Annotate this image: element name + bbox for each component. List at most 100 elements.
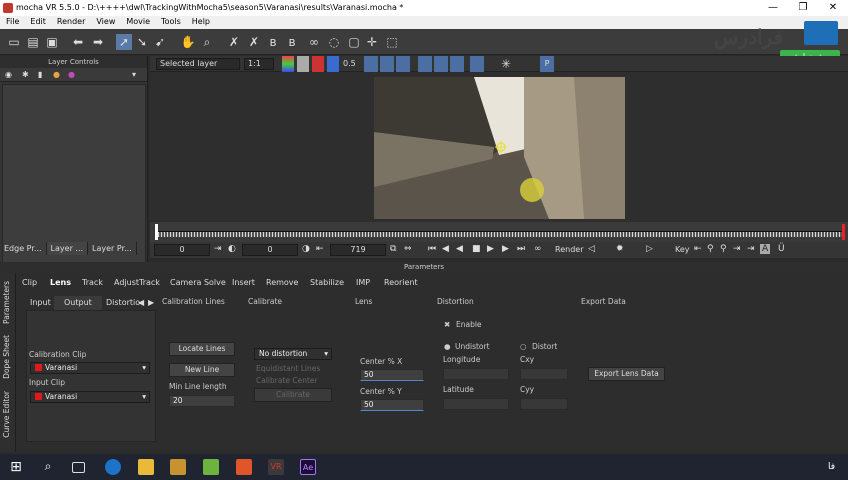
locate-lines-button[interactable]: Locate Lines bbox=[169, 342, 235, 356]
cxy-field[interactable] bbox=[520, 368, 568, 380]
subtab-next-icon[interactable]: ▶ bbox=[148, 298, 154, 307]
tab-lens[interactable]: Lens bbox=[50, 278, 71, 287]
go-end-icon[interactable]: ⏭ bbox=[517, 244, 525, 254]
auto-key-icon[interactable]: A bbox=[760, 244, 771, 254]
center-y-field[interactable]: 50 bbox=[360, 399, 424, 411]
calibrate-center-option[interactable]: Calibrate Center bbox=[256, 376, 318, 385]
menu-view[interactable]: View bbox=[90, 16, 120, 26]
render-settings-icon[interactable]: ✹ bbox=[616, 244, 624, 254]
subtab-input[interactable]: Input bbox=[30, 298, 51, 307]
playhead[interactable] bbox=[155, 224, 158, 240]
current-frame-field[interactable]: 0 bbox=[242, 244, 298, 256]
link-icon[interactable]: ∞ bbox=[306, 34, 322, 50]
task-view-icon[interactable] bbox=[72, 462, 85, 473]
calibration-clip-select[interactable]: Varanasi ▾ bbox=[30, 362, 150, 374]
rect-tool-icon[interactable]: ▢ bbox=[346, 34, 362, 50]
input-clip-select[interactable]: Varanasi ▾ bbox=[30, 391, 150, 403]
out-point-marker[interactable] bbox=[842, 224, 845, 240]
equidistant-lines-option[interactable]: Equidistant Lines bbox=[256, 364, 320, 373]
menu-file[interactable]: File bbox=[0, 16, 24, 26]
out-point-icon[interactable]: ◑ bbox=[302, 244, 310, 254]
subtab-output[interactable]: Output bbox=[54, 296, 102, 310]
select-add-icon[interactable]: ➹ bbox=[152, 34, 168, 50]
open-project-icon[interactable]: ▤ bbox=[25, 34, 41, 50]
move-tool-icon[interactable]: ✛ bbox=[364, 34, 380, 50]
cyy-field[interactable] bbox=[520, 398, 568, 410]
key-all-icon[interactable]: ⇥ bbox=[747, 244, 755, 254]
export-lens-data-button[interactable]: Export Lens Data bbox=[588, 367, 665, 381]
gear-icon[interactable]: ✱ bbox=[22, 70, 29, 79]
prev-frame-icon[interactable]: ◀ bbox=[442, 244, 449, 254]
menu-edit[interactable]: Edit bbox=[24, 16, 51, 26]
file-explorer-icon[interactable] bbox=[138, 459, 154, 475]
prev-key-icon[interactable]: ⇤ bbox=[694, 244, 702, 254]
menu-tools[interactable]: Tools bbox=[155, 16, 186, 26]
tab-stabilize[interactable]: Stabilize bbox=[310, 278, 344, 287]
rgb-icon[interactable] bbox=[282, 56, 294, 72]
add-bezier-icon[interactable]: ʙ bbox=[284, 34, 300, 50]
tab-reorient[interactable]: Reorient bbox=[384, 278, 418, 287]
stab-icon[interactable] bbox=[418, 56, 432, 72]
undistort-radio[interactable]: ● bbox=[444, 342, 451, 351]
set-out-icon[interactable]: ⇤ bbox=[316, 244, 324, 254]
minimize-button[interactable]: — bbox=[758, 2, 788, 13]
layer-menu-icon[interactable]: ▾ bbox=[132, 70, 136, 79]
mesh-icon[interactable] bbox=[450, 56, 464, 72]
redo-icon[interactable]: ➡ bbox=[90, 34, 106, 50]
center-x-field[interactable]: 50 bbox=[360, 369, 424, 381]
enable-checkbox[interactable]: ✖ bbox=[444, 320, 450, 329]
side-tab-dope-sheet[interactable]: Dope Sheet bbox=[2, 335, 11, 379]
menu-movie[interactable]: Movie bbox=[120, 16, 155, 26]
set-in-icon[interactable]: ⇥ bbox=[214, 244, 222, 254]
after-effects-icon[interactable]: Ae bbox=[300, 459, 316, 475]
select-points-icon[interactable]: ➘ bbox=[134, 34, 150, 50]
latitude-field[interactable] bbox=[443, 398, 509, 410]
tab-edge-properties[interactable]: Edge Pr... bbox=[0, 242, 47, 255]
surface-icon[interactable] bbox=[434, 56, 448, 72]
key-lock-icon[interactable]: Ü bbox=[778, 244, 785, 254]
xspline-tool-icon[interactable]: ✗ bbox=[226, 34, 242, 50]
alpha-icon[interactable] bbox=[297, 56, 309, 72]
go-start-icon[interactable]: ⏮ bbox=[428, 244, 436, 254]
camtasia-icon[interactable] bbox=[203, 459, 219, 475]
delete-key-icon[interactable]: ⚲ bbox=[720, 244, 727, 254]
tab-adjusttrack[interactable]: AdjustTrack bbox=[114, 278, 160, 287]
red-channel-icon[interactable] bbox=[312, 56, 324, 72]
distort-radio[interactable]: ○ bbox=[520, 342, 527, 351]
layer-select[interactable]: Selected layer bbox=[156, 58, 240, 70]
color-icon[interactable]: ● bbox=[53, 70, 60, 79]
distortion-model-select[interactable]: No distortion ▾ bbox=[254, 348, 332, 360]
mocha-vr-icon[interactable]: VR bbox=[268, 459, 284, 475]
play-forward-icon[interactable]: ▶ bbox=[487, 244, 494, 254]
tab-imp[interactable]: IMP bbox=[356, 278, 370, 287]
surface-tool-icon[interactable]: ⬚ bbox=[384, 34, 400, 50]
new-project-icon[interactable]: ▭ bbox=[6, 34, 22, 50]
timeline-bar[interactable] bbox=[158, 231, 844, 237]
magnetic-icon[interactable]: ◌ bbox=[326, 34, 342, 50]
track-icon[interactable] bbox=[396, 56, 410, 72]
tab-camera-solve[interactable]: Camera Solve bbox=[170, 278, 226, 287]
render-forward-icon[interactable]: ▷ bbox=[646, 244, 653, 254]
grid-icon[interactable] bbox=[380, 56, 394, 72]
subtab-distortion[interactable]: Distortio bbox=[106, 298, 140, 307]
zoom-select[interactable]: 1:1 bbox=[244, 58, 274, 70]
edge-browser-icon[interactable] bbox=[105, 459, 121, 475]
visibility-icon[interactable]: ◉ bbox=[5, 70, 12, 79]
side-tab-curve-editor[interactable]: Curve Editor bbox=[2, 391, 11, 438]
lens-icon[interactable] bbox=[470, 56, 484, 72]
media-player-icon[interactable] bbox=[170, 459, 186, 475]
loop-icon[interactable]: ∞ bbox=[534, 244, 542, 254]
zoom-tool-icon[interactable]: ⌕ bbox=[199, 34, 215, 50]
windows-start-icon[interactable]: ⊞ bbox=[8, 459, 24, 475]
menu-help[interactable]: Help bbox=[186, 16, 215, 26]
add-key-icon[interactable]: ⚲ bbox=[707, 244, 714, 254]
tab-remove[interactable]: Remove bbox=[266, 278, 298, 287]
menu-render[interactable]: Render bbox=[51, 16, 90, 26]
in-point-icon[interactable]: ◐ bbox=[228, 244, 236, 254]
pointer-tool-icon[interactable]: ➚ bbox=[116, 34, 132, 50]
close-button[interactable]: ✕ bbox=[818, 2, 848, 13]
undo-icon[interactable]: ⬅ bbox=[70, 34, 86, 50]
next-key-icon[interactable]: ⇥ bbox=[733, 244, 741, 254]
calibrate-button[interactable]: Calibrate bbox=[254, 388, 332, 402]
recorder-icon[interactable] bbox=[236, 459, 252, 475]
